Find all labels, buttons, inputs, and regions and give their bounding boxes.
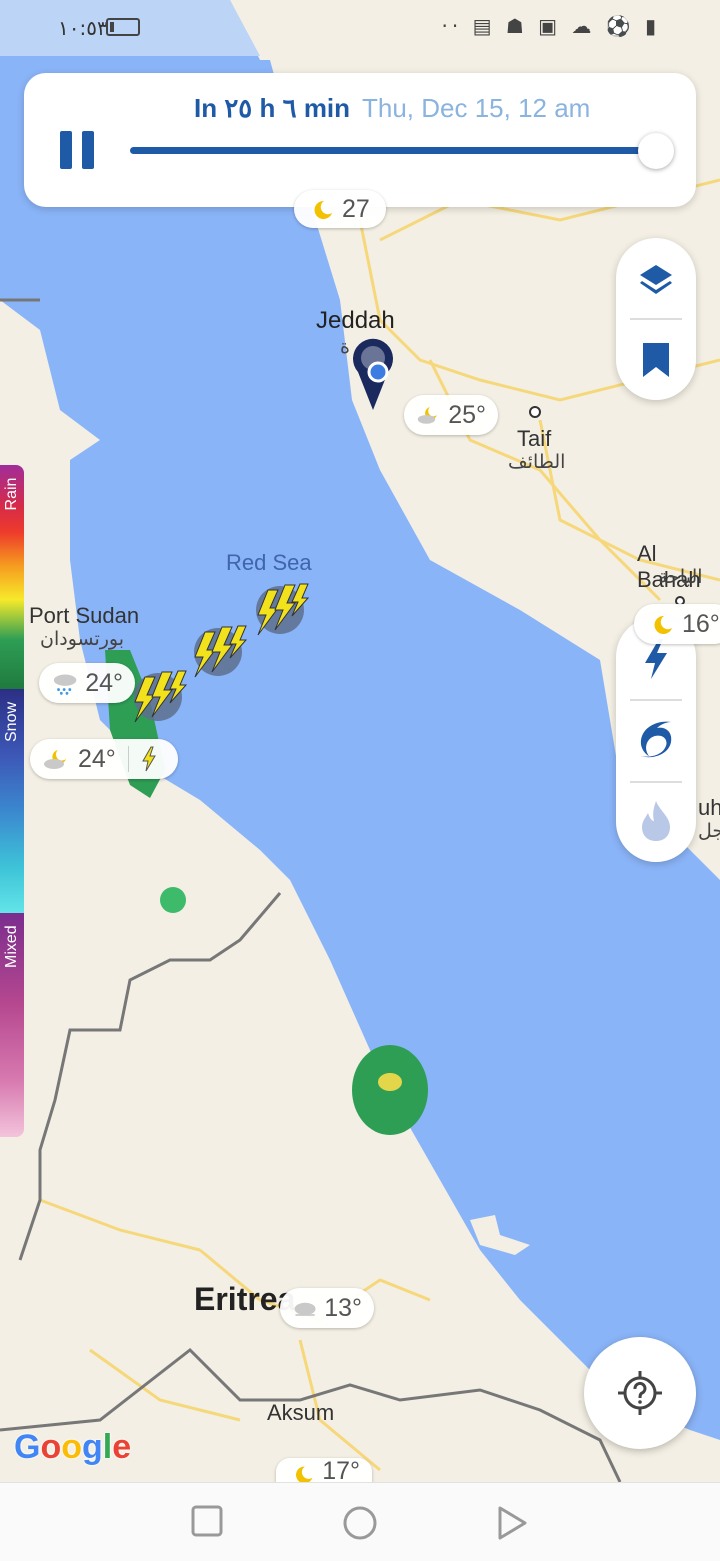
city-label-partial-arabic: جل xyxy=(698,820,720,842)
status-time: ١٠:٥٣ xyxy=(58,16,108,40)
timeline-slider-thumb[interactable] xyxy=(638,133,674,169)
city-label-port-sudan: Port Sudan xyxy=(29,603,140,628)
partly-cloudy-night-icon xyxy=(417,407,437,424)
bookmark-icon xyxy=(643,343,669,377)
legend-label-rain: Rain xyxy=(3,477,20,511)
status-bar: ١٠:٥٣ ·· ▤ ☗ ▣ ☁ ⚽ ▮ xyxy=(0,0,720,56)
my-location-button[interactable] xyxy=(584,1337,696,1449)
city-label-aksum: Aksum xyxy=(267,1400,335,1425)
city-label-al-bahah-arabic: الباحة xyxy=(658,566,703,588)
temperature-badge[interactable]: 25° xyxy=(404,395,498,435)
location-help-icon xyxy=(618,1371,662,1415)
fire-icon xyxy=(642,801,670,841)
sea-label-red-sea: Red Sea xyxy=(226,550,312,575)
back-button[interactable] xyxy=(496,1505,528,1541)
legend-label-snow: Snow xyxy=(3,701,20,742)
temperature-value: 16° xyxy=(682,609,720,638)
city-label-jeddah: Jeddah xyxy=(316,307,395,334)
bookmark-button[interactable] xyxy=(616,320,696,400)
legend-label-mixed: Mixed xyxy=(3,925,20,968)
weather-layer-controls xyxy=(616,617,696,862)
relative-time: In ٢٥ h ٦ min xyxy=(194,93,351,123)
city-label-partial: uh xyxy=(698,795,720,820)
moon-icon xyxy=(314,200,332,219)
pause-button[interactable] xyxy=(60,131,96,169)
status-icons: ·· ▤ ☗ ▣ ☁ ⚽ ▮ xyxy=(441,14,660,38)
precipitation-legend: Rain Snow Mixed xyxy=(0,465,24,1137)
city-label-taif-arabic: الطائف xyxy=(508,451,566,473)
timeline-slider-track[interactable] xyxy=(130,147,660,154)
temperature-badge[interactable]: 13° xyxy=(280,1288,374,1328)
pause-icon xyxy=(60,131,72,169)
temperature-value: 24° xyxy=(78,744,116,773)
temperature-badge[interactable]: 24° xyxy=(39,663,135,703)
absolute-time: Thu, Dec 15, 12 am xyxy=(362,93,591,123)
system-navigation-bar xyxy=(0,1482,720,1561)
city-label-jeddah-arabic: ة xyxy=(340,336,350,358)
city-label-port-sudan-arabic: بورتسودان xyxy=(40,628,125,650)
temperature-badge[interactable]: 16° xyxy=(634,604,720,644)
layers-button[interactable] xyxy=(616,240,696,320)
temperature-value: 25° xyxy=(448,400,486,429)
cloud-icon xyxy=(294,1302,316,1316)
temperature-value: 24° xyxy=(85,668,123,697)
layers-icon xyxy=(640,265,672,294)
recent-apps-button[interactable] xyxy=(191,1505,223,1537)
timeline-card: In ٢٥ h ٦ min Thu, Dec 15, 12 am xyxy=(24,73,696,207)
battery-icon xyxy=(106,18,140,36)
home-button[interactable] xyxy=(342,1505,378,1541)
hurricane-icon xyxy=(640,721,672,758)
hurricane-layer-button[interactable] xyxy=(616,699,696,779)
google-logo: Google xyxy=(14,1428,132,1466)
temperature-value: 27 xyxy=(342,194,370,223)
map-controls-top xyxy=(616,238,696,400)
lightning-icon xyxy=(141,746,156,772)
temperature-badge[interactable]: 27 xyxy=(294,190,386,228)
partly-cloudy-night-icon xyxy=(44,750,66,769)
rain-cloud-icon xyxy=(53,674,77,695)
temperature-badge[interactable]: 24° xyxy=(30,739,178,779)
moon-icon xyxy=(654,615,672,634)
temperature-value: 13° xyxy=(324,1293,362,1322)
city-label-taif: Taif xyxy=(517,426,552,451)
fire-layer-button[interactable] xyxy=(616,781,696,861)
